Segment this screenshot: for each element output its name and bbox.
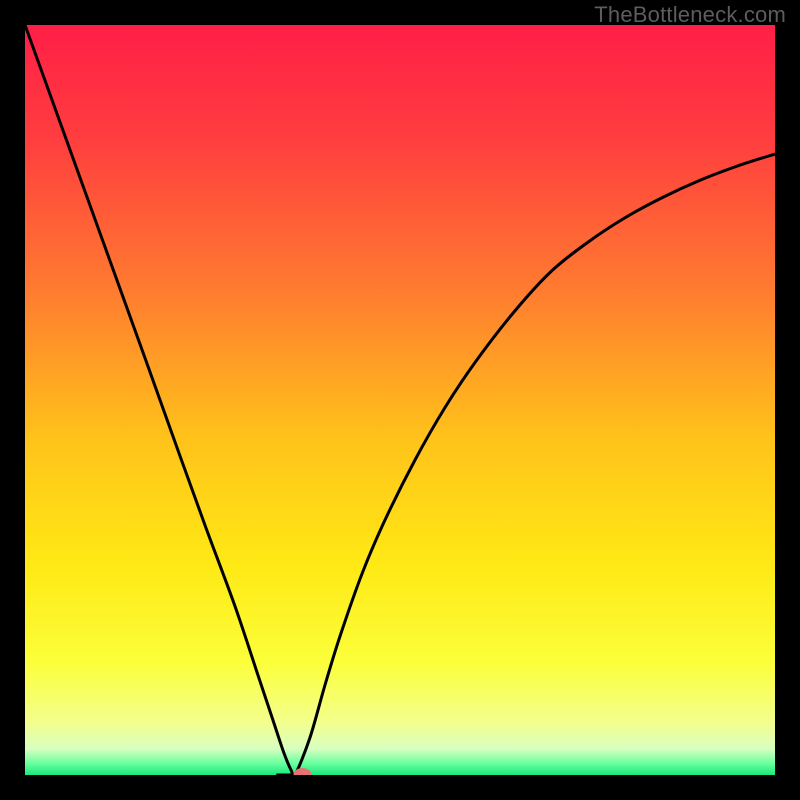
chart-plot xyxy=(25,25,775,775)
gradient-background xyxy=(25,25,775,775)
chart-frame: TheBottleneck.com xyxy=(0,0,800,800)
